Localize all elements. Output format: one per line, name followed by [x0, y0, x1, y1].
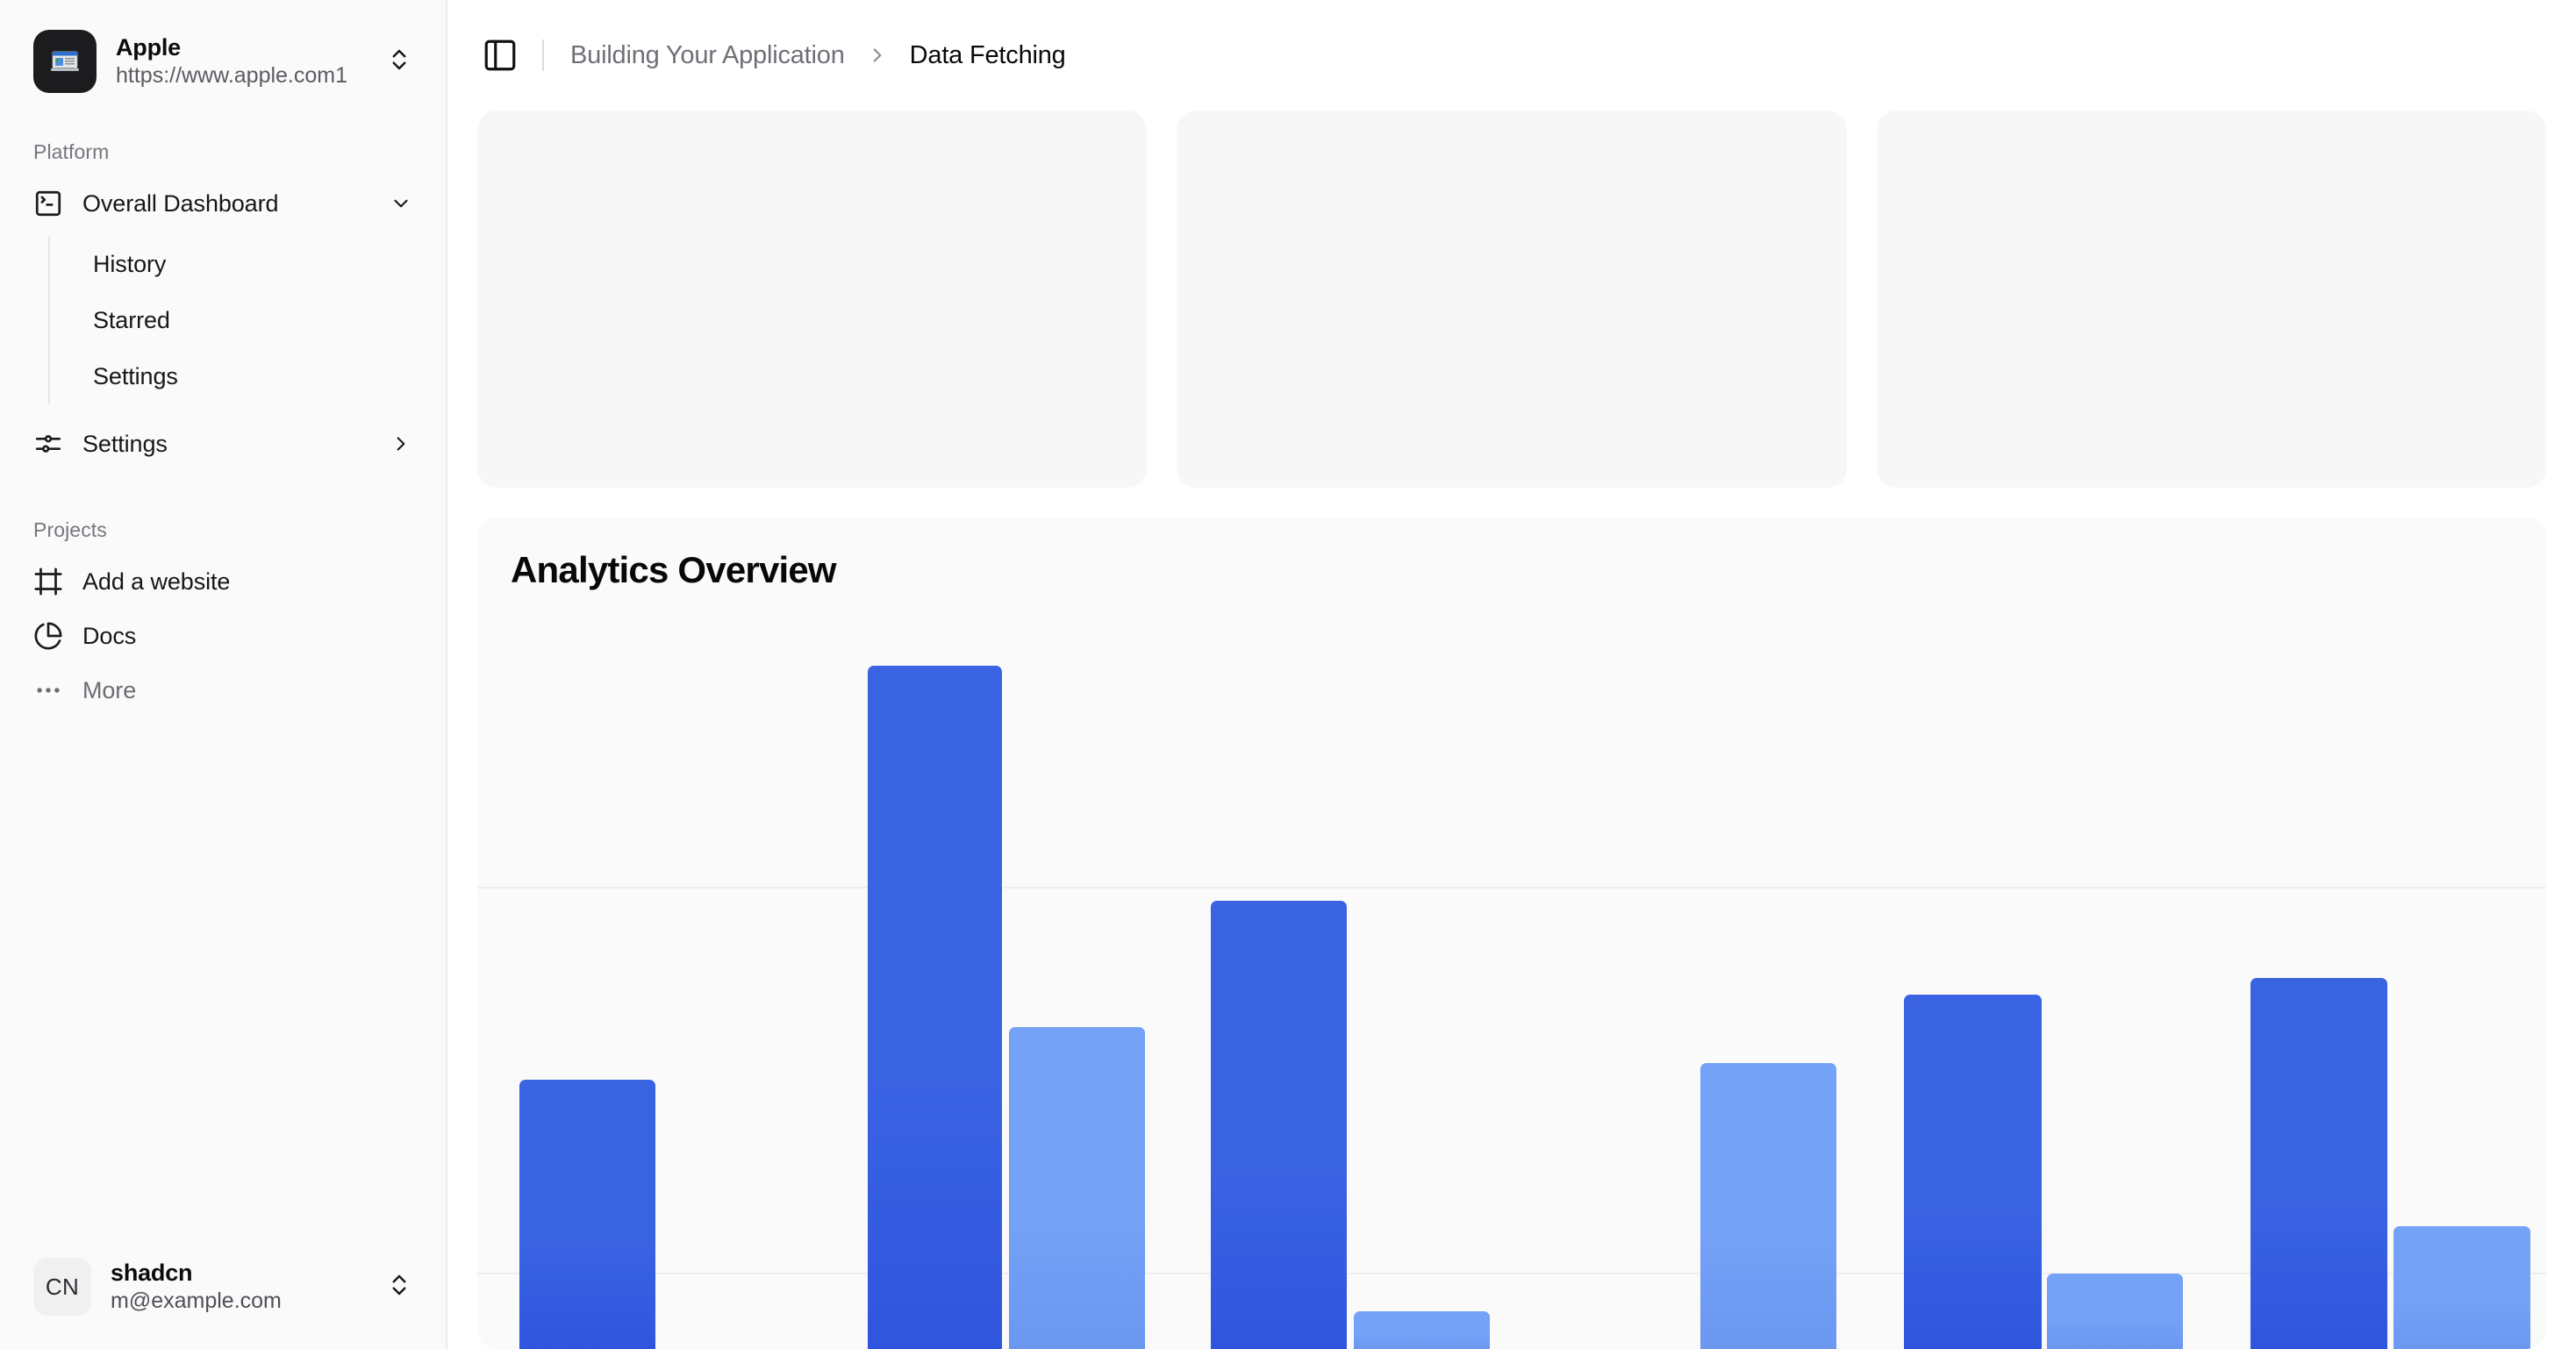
sidebar-item-label: Add a website — [82, 567, 231, 595]
sidebar-item-label: Docs — [82, 622, 137, 649]
bar-chart-bar[interactable] — [2394, 1225, 2530, 1349]
sidebar-item-settings-sub[interactable]: Settings — [79, 348, 426, 404]
chevron-down-icon[interactable] — [390, 192, 412, 215]
sidebar-footer: CN shadcn m@example.com — [0, 1247, 446, 1349]
sidebar-item-docs[interactable]: Docs — [19, 609, 426, 663]
sidebar: Apple https://www.apple.com1 Platform Ov… — [0, 0, 447, 1349]
chevron-right-icon[interactable] — [390, 432, 412, 455]
sidebar-item-label: More — [82, 676, 137, 703]
sidebar-item-settings[interactable]: Settings — [19, 417, 426, 471]
bar-chart-bar[interactable] — [867, 666, 1003, 1349]
ellipsis-icon — [33, 675, 63, 705]
bar-chart-bar[interactable] — [1008, 1027, 1146, 1349]
breadcrumb-item-data-fetching: Data Fetching — [909, 40, 1066, 69]
main-content: Building Your Application Data Fetching … — [447, 0, 2576, 1349]
breadcrumb-item-building-your-application[interactable]: Building Your Application — [570, 41, 845, 70]
sidebar-subnav-overall-dashboard: History Starred Settings — [48, 236, 426, 404]
user-name: shadcn — [111, 1260, 193, 1287]
sidebar-group-label: Platform — [33, 140, 110, 163]
breadcrumb: Building Your Application Data Fetching — [570, 41, 1066, 70]
sidebar-group-projects: Projects Add a website Docs More — [19, 518, 426, 717]
sidebar-nav: Platform Overall Dashboard History Starr… — [0, 111, 446, 1247]
chevrons-up-down-icon[interactable] — [386, 46, 412, 77]
bar-chart-bar[interactable] — [1353, 1310, 1491, 1349]
panel-left-icon[interactable] — [477, 32, 523, 78]
chart-gridline — [477, 887, 2546, 889]
app-root: Apple https://www.apple.com1 Platform Ov… — [0, 0, 2576, 1349]
bar-chart-bar[interactable] — [2047, 1273, 2184, 1349]
placeholder-card-1 — [477, 111, 1148, 488]
analytics-overview-panel: Analytics Overview — [477, 517, 2546, 1349]
sidebar-group-label: Projects — [33, 518, 107, 541]
user-menu[interactable]: CN shadcn m@example.com — [19, 1247, 426, 1326]
bar-chart-bars — [477, 616, 2546, 1349]
sidebar-item-label: Settings — [82, 430, 168, 457]
team-url: https://www.apple.com1 — [116, 63, 348, 89]
user-meta: shadcn m@example.com — [111, 1259, 367, 1314]
bar-chart — [477, 616, 2546, 1349]
chevrons-up-down-icon[interactable] — [386, 1272, 412, 1303]
team-switcher[interactable]: Apple https://www.apple.com1 — [19, 19, 426, 103]
placeholder-card-3 — [1876, 111, 2546, 488]
sidebar-item-add-a-website[interactable]: Add a website — [19, 554, 426, 609]
team-name: Apple — [116, 34, 182, 61]
sidebar-item-overall-dashboard[interactable]: Overall Dashboard — [19, 176, 426, 231]
bar-chart-bar[interactable] — [1699, 1063, 1837, 1349]
user-email: m@example.com — [111, 1288, 282, 1314]
sidebar-item-label: Overall Dashboard — [82, 189, 279, 217]
chevron-right-icon — [866, 44, 889, 67]
team-meta: Apple https://www.apple.com1 — [116, 33, 367, 89]
sidebar-header: Apple https://www.apple.com1 — [0, 0, 446, 111]
bar-chart-bar[interactable] — [519, 1079, 656, 1349]
square-terminal-icon — [33, 189, 63, 218]
bar-chart-bar[interactable] — [1904, 994, 2043, 1349]
sidebar-item-more[interactable]: More — [19, 663, 426, 717]
sidebar-item-starred[interactable]: Starred — [79, 292, 426, 348]
sidebar-item-history[interactable]: History — [79, 236, 426, 292]
sliders-icon — [33, 429, 63, 459]
web-page-icon — [33, 30, 97, 93]
avatar: CN — [33, 1258, 91, 1316]
toolbar-divider — [542, 39, 544, 71]
frame-icon — [33, 567, 63, 596]
pie-chart-icon — [33, 621, 63, 651]
top-bar: Building Your Application Data Fetching — [447, 0, 2576, 111]
chart-gridline — [477, 1273, 2546, 1275]
bar-chart-bar[interactable] — [2250, 977, 2387, 1349]
page-title: Analytics Overview — [511, 549, 837, 590]
placeholder-card-row — [477, 111, 2546, 488]
bar-chart-bar[interactable] — [1210, 900, 1348, 1349]
placeholder-card-2 — [1177, 111, 1847, 488]
content-area: Analytics Overview — [447, 111, 2576, 1349]
sidebar-group-platform: Platform Overall Dashboard History Starr… — [19, 140, 426, 471]
